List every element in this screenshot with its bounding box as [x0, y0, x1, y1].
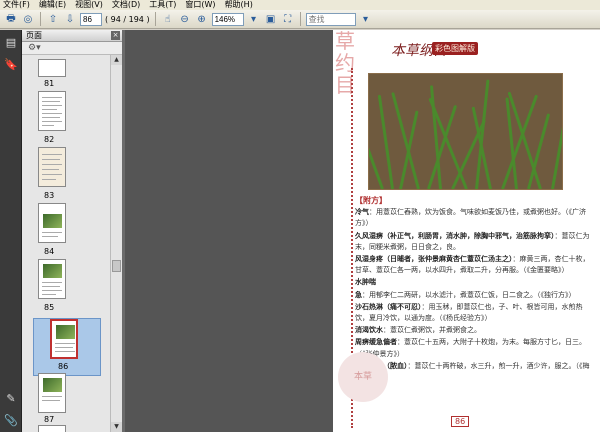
- toolbar: 🖶 ◎ ⇧ ⇩ ( 94 / 194 ) ☝ ⊖ ⊕ ▾ ▣ ⛶ ▾: [0, 10, 600, 29]
- thumbnail-page-81[interactable]: [38, 59, 66, 77]
- panel-options[interactable]: ⚙▾: [22, 42, 122, 55]
- pages-icon[interactable]: ▤: [4, 36, 18, 50]
- document-canvas: [125, 30, 333, 432]
- menu-window[interactable]: 窗口(W): [185, 0, 215, 10]
- thumbnail-label: 81: [44, 79, 55, 88]
- thumbnail-label: 84: [44, 247, 55, 256]
- thumbnail-label: 83: [44, 191, 55, 200]
- thumbnail-page-82[interactable]: [38, 91, 66, 131]
- fit-page-icon[interactable]: ▣: [264, 12, 278, 26]
- zoom-in-icon[interactable]: ⊕: [195, 12, 209, 26]
- menu-help[interactable]: 帮助(H): [225, 0, 253, 10]
- print-icon[interactable]: 🖶: [4, 12, 18, 26]
- zoom-level-input[interactable]: [211, 12, 244, 26]
- thumbnail-scrollbar[interactable]: ▲ ▼: [110, 55, 122, 432]
- thumbnail-page-87[interactable]: [38, 373, 66, 413]
- options-icon[interactable]: ⚙▾: [28, 43, 41, 53]
- search-input[interactable]: [305, 12, 356, 26]
- toolbar-separator: [40, 12, 41, 26]
- next-page-icon[interactable]: ⇩: [63, 12, 77, 26]
- thumbnail-label: 85: [44, 303, 55, 312]
- toolbar-separator: [299, 12, 301, 26]
- thumbnail-label: 82: [44, 135, 55, 144]
- attachments-icon[interactable]: 📎: [4, 414, 18, 428]
- scroll-down-icon[interactable]: ▼: [111, 422, 122, 432]
- watermark-stamp: 本草: [338, 352, 388, 402]
- page-number: 86: [451, 416, 470, 427]
- prescription-item: 沙石热淋（痛不可忍）：用玉秫，即薏苡仁也，子、叶、根皆可用，水煎热饮，夏月冷饮，…: [355, 301, 583, 323]
- prescription-item: 久风湿痹（补正气，利肠胃，消水肿，除胸中邪气，治筋脉拘挛）：薏苡仁为末，同粳米煮…: [355, 230, 590, 251]
- close-panel-icon[interactable]: ×: [111, 31, 120, 40]
- thumbnail-page-85[interactable]: [38, 259, 66, 299]
- plant-photo: [368, 73, 563, 190]
- thumbnail-label: 87: [44, 415, 55, 424]
- thumbnail-page-83[interactable]: [38, 147, 66, 187]
- scroll-up-icon[interactable]: ▲: [111, 55, 122, 65]
- save-icon[interactable]: ◎: [21, 12, 35, 26]
- prescription-item: 肺痿咳唾（脓血）：薏苡仁十两杵破，水三升，煎一升，酒少许，服之。（《梅师方》）: [355, 361, 590, 381]
- prescription-item: 水肿喘急：用郁李仁二两研，以水滤汁，煮薏苡仁饭，日二食之。（《独行方》）: [355, 277, 576, 299]
- menu-view[interactable]: 视图(V): [75, 0, 103, 10]
- fit-width-icon[interactable]: ⛶: [281, 12, 295, 26]
- pages-panel: 页面 × ⚙▾ 81 82 83 84 85 86 87 ▲ ▼: [22, 30, 122, 432]
- menu-file[interactable]: 文件(F): [3, 0, 30, 10]
- menu-tools[interactable]: 工具(T): [149, 0, 176, 10]
- bookmarks-icon[interactable]: 🔖: [4, 58, 18, 72]
- menu-bar: 文件(F) 编辑(E) 视图(V) 文档(D) 工具(T) 窗口(W) 帮助(H…: [0, 0, 600, 10]
- navigation-strip: ▤ 🔖 ✎ 📎: [0, 30, 22, 432]
- hand-tool-icon[interactable]: ☝: [161, 12, 175, 26]
- pages-panel-header: 页面 ×: [22, 30, 122, 42]
- prescription-item: 风湿身疼（日晡者，张仲景麻黄杏仁薏苡仁汤主之）：麻黄三两，杏仁十枚，甘草、薏苡仁…: [355, 254, 590, 275]
- zoom-out-icon[interactable]: ⊖: [178, 12, 192, 26]
- menu-edit[interactable]: 编辑(E): [39, 0, 66, 10]
- prescription-item: 周痹缓急偏者：薏苡仁十五两，大附子十枚炮，为末。每服方寸匕，日三。（《张仲景方》…: [355, 337, 586, 358]
- prev-page-icon[interactable]: ⇧: [46, 12, 60, 26]
- zoom-dropdown-icon[interactable]: ▾: [247, 12, 261, 26]
- page-number-input[interactable]: [80, 12, 102, 26]
- thumbnail-label: 86: [58, 362, 69, 371]
- toolbar-separator: [154, 12, 156, 26]
- scroll-thumb[interactable]: [112, 260, 121, 272]
- page-total-label: ( 94 / 194 ): [105, 14, 150, 24]
- decorative-calligraphy: 草约目: [335, 30, 355, 97]
- document-page: 草约目 本草纲目 彩色图解版 【附方】 冷气：用薏苡仁舂熟，炊为饭食。气味欲如麦…: [333, 30, 600, 432]
- search-dropdown-icon[interactable]: ▾: [359, 12, 373, 26]
- menu-document[interactable]: 文档(D): [112, 0, 140, 10]
- section-title: 【附方】: [355, 195, 387, 205]
- thumbnail-page-88[interactable]: [38, 425, 66, 432]
- prescription-text: 【附方】 冷气：用薏苡仁舂熟，炊为饭食。气味欲如麦饭乃佳，或煮粥也好。（《广济方…: [355, 195, 595, 383]
- thumbnail-list: 81 82 83 84 85 86 87: [22, 55, 110, 432]
- comments-icon[interactable]: ✎: [4, 392, 18, 406]
- prescription-item: 冷气：用薏苡仁舂熟，炊为饭食。气味欲如麦饭乃佳，或煮粥也好。（《广济方》）: [355, 207, 586, 228]
- thumbnail-page-84[interactable]: [38, 203, 66, 243]
- prescription-item: 消渴饮水：薏苡仁煮粥饮，并煮粥食之。: [355, 325, 481, 335]
- pages-panel-title: 页面: [26, 31, 42, 40]
- thumbnail-page-86[interactable]: [50, 319, 78, 359]
- edition-tag: 彩色图解版: [432, 42, 478, 55]
